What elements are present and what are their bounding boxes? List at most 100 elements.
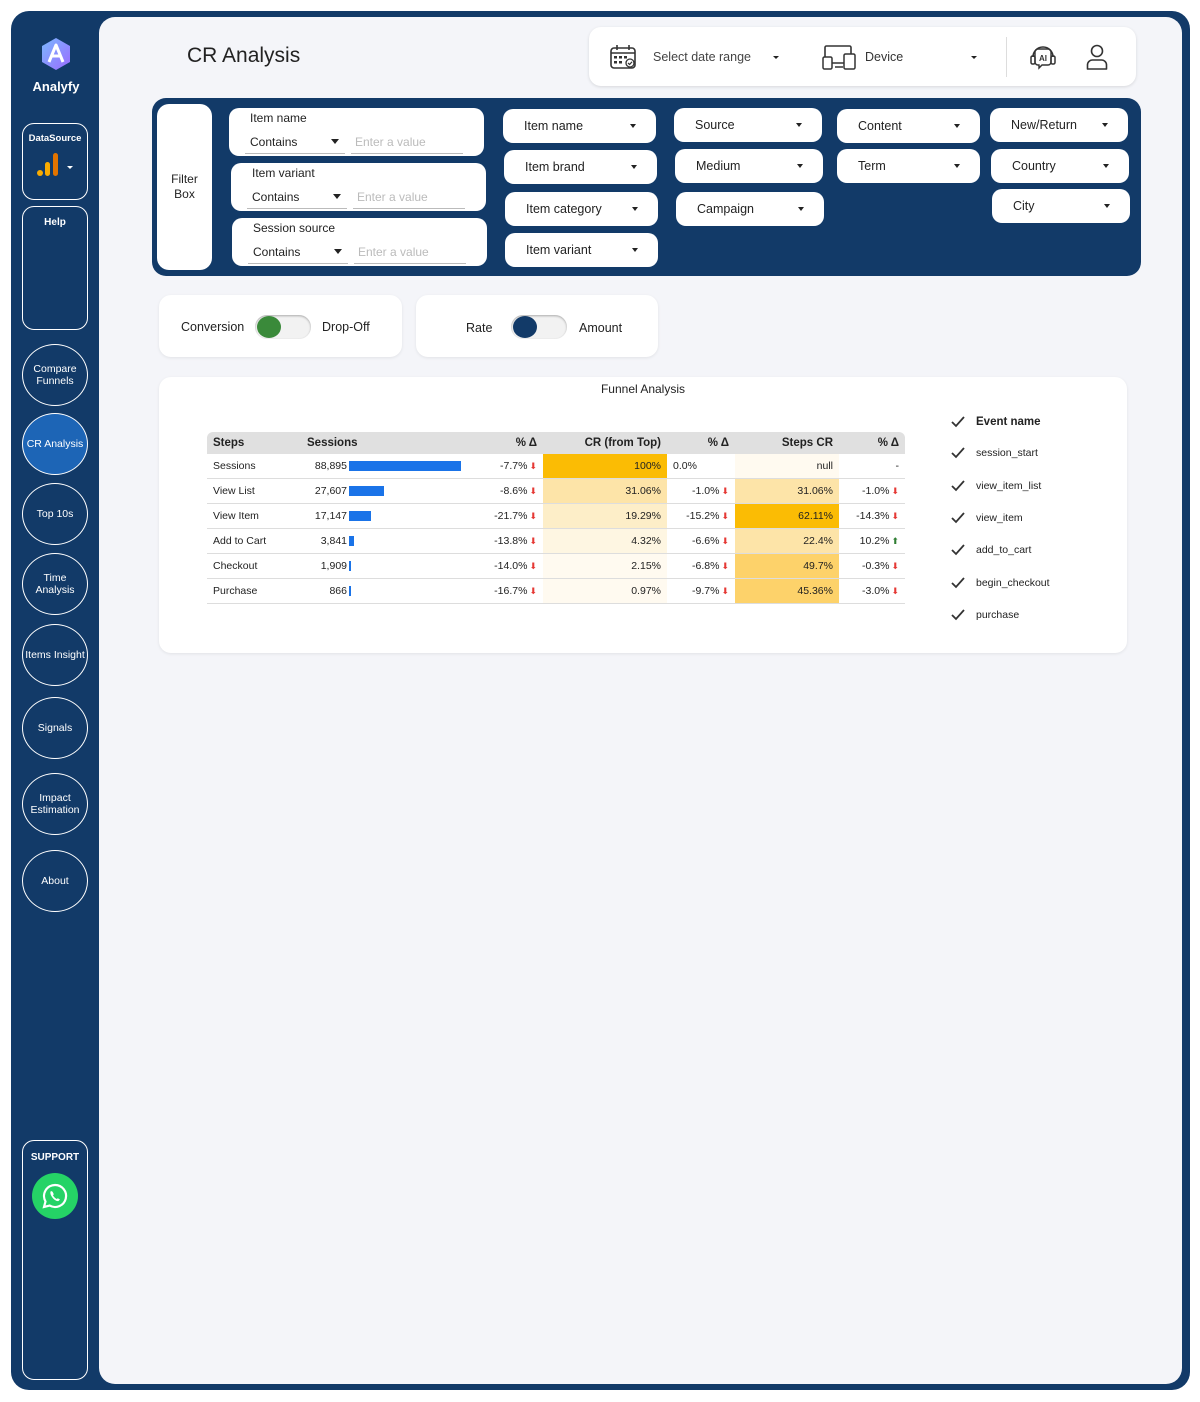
- nav-impact-estimation[interactable]: Impact Estimation: [22, 773, 88, 835]
- datasource-selector[interactable]: DataSource: [22, 123, 88, 200]
- cell-delta-sessions: -16.7% ⬇: [467, 578, 543, 604]
- whatsapp-icon: [42, 1183, 68, 1209]
- toggle-right-label: Drop-Off: [322, 320, 370, 334]
- col-header-delta-sessions[interactable]: % Δ: [467, 432, 543, 454]
- cell-steps-cr: null: [735, 454, 839, 479]
- nav-time-analysis[interactable]: Time Analysis: [22, 553, 88, 615]
- event-label: view_item_list: [976, 480, 1042, 492]
- event-label: add_to_cart: [976, 544, 1032, 556]
- dropdown-content[interactable]: Content: [837, 109, 980, 143]
- event-checkbox-row[interactable]: view_item_list: [949, 477, 1041, 495]
- cell-delta-sessions: -8.6% ⬇: [467, 478, 543, 504]
- table-row[interactable]: Purchase 866 -16.7% ⬇ 0.97% -9.7% ⬇ 45.36% -3.0%…: [207, 578, 905, 604]
- cell-step: View List: [207, 478, 307, 504]
- text-filter-item-variant: Item variant Contains Enter a value: [231, 163, 486, 211]
- nav-items-insight[interactable]: Items Insight: [22, 624, 88, 686]
- caret-down-icon: [1103, 164, 1109, 168]
- device-selector[interactable]: Device: [822, 27, 979, 86]
- caret-down-icon: [1102, 123, 1108, 127]
- value-input[interactable]: Enter a value: [357, 190, 428, 204]
- datasource-label: DataSource: [28, 133, 82, 144]
- dropdown-item-brand[interactable]: Item brand: [504, 150, 657, 184]
- caret-down-icon: [954, 124, 960, 128]
- dropdown-medium[interactable]: Medium: [675, 149, 823, 183]
- dropdown-new-return[interactable]: New/Return: [990, 108, 1128, 142]
- nav-signals[interactable]: Signals: [22, 697, 88, 759]
- sessions-value: 88,895: [314, 460, 347, 473]
- cell-cr-from-top: 31.06%: [543, 478, 667, 504]
- value-input[interactable]: Enter a value: [358, 245, 429, 259]
- nav-cr-analysis[interactable]: CR Analysis: [22, 413, 88, 475]
- event-label: purchase: [976, 609, 1020, 621]
- dropdown-term[interactable]: Term: [837, 149, 980, 183]
- dropdown-label: New/Return: [1011, 118, 1077, 132]
- ai-assistant-button[interactable]: AI: [1028, 27, 1058, 86]
- table-row[interactable]: Sessions 88,895 -7.7% ⬇ 100% 0.0% null -: [207, 454, 905, 479]
- sessions-bar: [349, 511, 371, 522]
- filter-box-label: Filter Box: [171, 172, 198, 201]
- cell-delta-steps-cr: 10.2% ⬆: [839, 528, 905, 554]
- page-title: CR Analysis: [187, 44, 301, 67]
- event-checkbox-row[interactable]: add_to_cart: [949, 541, 1031, 559]
- col-header-delta-steps-cr[interactable]: % Δ: [839, 432, 905, 454]
- caret-down-icon: [331, 139, 339, 144]
- svg-text:AI: AI: [1039, 54, 1047, 63]
- event-checkbox-row[interactable]: session_start: [949, 444, 1038, 462]
- checkmark-icon: [949, 606, 967, 624]
- col-header-sessions[interactable]: Sessions: [307, 432, 467, 454]
- table-row[interactable]: View List 27,607 -8.6% ⬇ 31.06% -1.0% ⬇ 31.06% -…: [207, 478, 905, 504]
- cell-delta-steps-cr: -3.0% ⬇: [839, 578, 905, 604]
- dropdown-campaign[interactable]: Campaign: [676, 192, 824, 226]
- help-panel[interactable]: Help: [22, 206, 88, 330]
- nav-about[interactable]: About: [22, 850, 88, 912]
- table-row[interactable]: View Item 17,147 -21.7% ⬇ 19.29% -15.2% ⬇ 62.11…: [207, 503, 905, 529]
- dropdown-item-category[interactable]: Item category: [505, 192, 658, 226]
- operator-select[interactable]: Contains: [253, 245, 300, 259]
- rate-amount-toggle[interactable]: [511, 315, 567, 339]
- delta-value: -6.6%: [692, 535, 720, 547]
- date-range-selector[interactable]: Select date range: [609, 27, 781, 86]
- dropdown-source[interactable]: Source: [674, 108, 822, 142]
- nav-label: Top 10s: [36, 508, 74, 520]
- value-input[interactable]: Enter a value: [355, 135, 426, 149]
- caret-down-icon: [1104, 204, 1110, 208]
- event-name-header[interactable]: Event name: [949, 413, 1041, 431]
- sessions-value: 3,841: [320, 535, 347, 548]
- col-header-cr-from-top[interactable]: CR (from Top): [543, 432, 667, 454]
- cell-steps-cr: 49.7%: [735, 553, 839, 579]
- nav-label: About: [41, 875, 69, 887]
- event-checkbox-row[interactable]: purchase: [949, 606, 1019, 624]
- col-header-steps[interactable]: Steps: [207, 432, 307, 454]
- cell-steps-cr: 62.11%: [735, 503, 839, 529]
- event-checkbox-row[interactable]: view_item: [949, 509, 1023, 527]
- user-profile-button[interactable]: [1085, 27, 1109, 86]
- app-logo[interactable]: Analyfy: [25, 36, 87, 94]
- cell-delta-sessions: -7.7% ⬇: [467, 454, 543, 479]
- table-row[interactable]: Add to Cart 3,841 -13.8% ⬇ 4.32% -6.6% ⬇ 22.4% 1…: [207, 528, 905, 554]
- conversion-dropoff-toggle-card: Conversion Drop-Off: [159, 295, 402, 357]
- date-range-label: Select date range: [653, 49, 751, 64]
- whatsapp-button[interactable]: [32, 1173, 78, 1219]
- table-row[interactable]: Checkout 1,909 -14.0% ⬇ 2.15% -6.8% ⬇ 49.7% -0.3…: [207, 553, 905, 579]
- top-toolbar: Select date range Device AI: [589, 27, 1136, 86]
- cell-delta-sessions: -13.8% ⬇: [467, 528, 543, 554]
- delta-value: -8.6%: [500, 485, 528, 497]
- conversion-dropoff-toggle[interactable]: [255, 315, 311, 339]
- underline: [248, 263, 348, 264]
- delta-value: -1.0%: [692, 485, 720, 497]
- col-header-steps-cr[interactable]: Steps CR: [735, 432, 839, 454]
- nav-top-10s[interactable]: Top 10s: [22, 483, 88, 545]
- filter-label: Item variant: [252, 166, 315, 180]
- operator-select[interactable]: Contains: [252, 190, 299, 204]
- nav-compare-funnels[interactable]: Compare Funnels: [22, 344, 88, 406]
- cell-step: View Item: [207, 503, 307, 529]
- operator-select[interactable]: Contains: [250, 135, 297, 149]
- col-header-delta-cr[interactable]: % Δ: [667, 432, 735, 454]
- event-checkbox-row[interactable]: begin_checkout: [949, 574, 1050, 592]
- cell-sessions: 1,909: [307, 553, 467, 579]
- dropdown-city[interactable]: City: [992, 189, 1130, 223]
- dropdown-item-name[interactable]: Item name: [503, 109, 656, 143]
- dropdown-country[interactable]: Country: [991, 149, 1129, 183]
- dropdown-item-variant[interactable]: Item variant: [505, 233, 658, 267]
- cell-cr-from-top: 100%: [543, 454, 667, 479]
